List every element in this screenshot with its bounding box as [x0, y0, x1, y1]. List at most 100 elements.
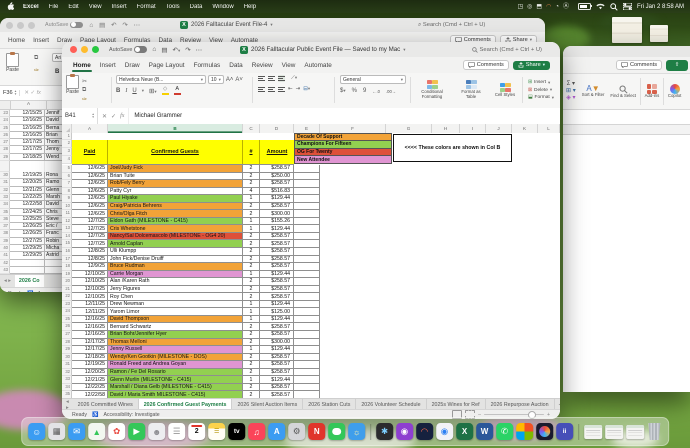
copy-icon[interactable]: ⧉ [82, 87, 87, 94]
guest-name-cell[interactable]: Nancy/Sal Dolcemascolo (MILESTONE - OG4 … [108, 233, 243, 241]
row-header-16[interactable]: 16 [62, 248, 72, 256]
column-header-h[interactable]: H [432, 124, 460, 133]
empty-cell[interactable] [294, 256, 320, 264]
guest-name-cell[interactable]: Chris/Olga Fitch [108, 210, 243, 218]
column-header-f[interactable]: F [320, 124, 386, 133]
amount-cell[interactable]: $258.57 [260, 203, 294, 211]
minimized-window-1-icon[interactable] [584, 425, 602, 439]
chevron-down-icon[interactable]: ▾ [270, 22, 272, 28]
guest-count-cell[interactable]: 2 [243, 293, 260, 301]
guest-count-cell[interactable]: 2 [243, 240, 260, 248]
music-icon[interactable]: ♫ [248, 423, 265, 440]
amount-cell[interactable]: $258.57 [260, 263, 294, 271]
copilot-app-icon[interactable] [536, 423, 553, 440]
format-cells-button[interactable]: ⬓Format▾ [528, 95, 554, 101]
bg-row-header[interactable]: 40 [0, 245, 10, 252]
guest-count-cell[interactable]: 1 [243, 225, 260, 233]
legend-cell-1[interactable]: Decade Of Support [294, 133, 392, 141]
status-icon-2[interactable]: ◎ [527, 4, 532, 10]
mail-icon[interactable]: ✉ [68, 423, 85, 440]
insert-cells-button[interactable]: ⊞Insert▾ [528, 80, 554, 86]
number-format-select[interactable]: General▾ [340, 75, 406, 84]
bg-paid-date-cell[interactable]: 12/24/25 [10, 209, 45, 216]
guest-name-cell[interactable]: Glenn Murlin (MILESTONE - C415) [108, 376, 243, 384]
menu-item-view[interactable]: View [84, 4, 107, 10]
row-header-7[interactable]: 7 [62, 180, 72, 188]
shrink-font-button[interactable]: A˅ [235, 77, 243, 83]
rwin-copilot-button[interactable]: Copilot [665, 76, 684, 107]
bg-row-header[interactable]: 42 [0, 260, 10, 267]
amount-cell[interactable]: $258.57 [260, 286, 294, 294]
empty-cell[interactable] [294, 233, 320, 241]
launchpad-icon[interactable]: ▦ [48, 423, 65, 440]
amount-cell[interactable]: $155.26 [260, 218, 294, 226]
amount-cell[interactable]: $258.57 [260, 384, 294, 392]
bg-paid-date-cell[interactable] [10, 267, 45, 274]
amount-cell[interactable]: $258.57 [260, 240, 294, 248]
guest-count-cell[interactable]: 1 [243, 218, 260, 226]
bg-tab-insert[interactable]: Insert [33, 37, 49, 44]
messages-icon[interactable] [328, 423, 345, 440]
apple-menu-icon[interactable] [0, 1, 18, 12]
bg-row-header[interactable]: 28 [0, 146, 10, 153]
row-header-6[interactable]: 6 [62, 173, 72, 181]
column-header-c[interactable]: C [243, 124, 260, 133]
zoom-button[interactable] [92, 46, 99, 53]
empty-cell[interactable] [294, 248, 320, 256]
guest-name-cell[interactable]: Arnold Caplan [108, 240, 243, 248]
fg-tab-data[interactable]: Data [228, 60, 244, 71]
empty-cell[interactable] [294, 308, 320, 316]
rwin-autosum-group[interactable]: Σ ▾ ⊞ ▾ ◈ ▾ [563, 76, 579, 107]
amount-cell[interactable]: $258.57 [260, 233, 294, 241]
decrease-decimal-button[interactable]: .00→ [386, 89, 396, 94]
fg-tab-view[interactable]: View [281, 60, 297, 71]
bg-format-painter-icon[interactable]: ✑ [34, 67, 39, 74]
redo-icon[interactable]: ↷ [185, 46, 190, 54]
guest-count-cell[interactable]: 2 [243, 286, 260, 294]
guest-count-cell[interactable]: 1 [243, 195, 260, 203]
guest-count-cell[interactable]: 1 [243, 308, 260, 316]
news-icon[interactable]: N [308, 423, 325, 440]
empty-cell[interactable] [294, 173, 320, 181]
align-top-icon[interactable] [258, 75, 265, 82]
empty-cell[interactable] [294, 361, 320, 369]
minimize-button[interactable] [81, 46, 88, 53]
notes-icon[interactable]: ☰ [208, 423, 225, 440]
empty-cell[interactable] [294, 195, 320, 203]
empty-cell[interactable] [294, 384, 320, 392]
guest-count-cell[interactable]: 2 [243, 339, 260, 347]
amount-cell[interactable]: $129.44 [260, 346, 294, 354]
column-header-i[interactable]: I [460, 124, 486, 133]
fg-autosave-toggle[interactable] [134, 46, 147, 53]
column-header-l[interactable]: L [538, 124, 560, 133]
arc-browser-icon[interactable]: ◠ [416, 423, 433, 440]
row-header-20[interactable]: 20 [62, 278, 72, 286]
battery-icon[interactable] [578, 3, 591, 10]
bg-paid-date-cell[interactable]: 12/26/25 [10, 223, 45, 230]
finder-icon[interactable]: ☺ [28, 423, 45, 440]
guest-count-cell[interactable]: 2 [243, 165, 260, 173]
autosave-toggle[interactable] [70, 22, 83, 29]
word-icon[interactable]: W [476, 423, 493, 440]
name-box[interactable]: B41 ▴▾ [62, 108, 98, 124]
chevron-down-icon[interactable]: ▾ [403, 47, 405, 53]
legend-cell-4[interactable]: New Attendee [294, 156, 392, 164]
row-header-5[interactable]: 5 [62, 165, 72, 173]
underline-button[interactable]: U [132, 88, 136, 94]
bg-paid-date-cell[interactable]: 12/21/25 [10, 187, 45, 194]
decrease-indent-icon[interactable]: ⇤ [288, 86, 293, 92]
bg-paid-date-cell[interactable]: 12/29/25 [10, 252, 45, 259]
empty-cell[interactable] [294, 346, 320, 354]
amount-cell[interactable]: $516.83 [260, 188, 294, 196]
search-icon[interactable] [610, 3, 618, 11]
column-header-d[interactable]: D [260, 124, 294, 133]
row-header-3[interactable]: 3 [62, 148, 72, 156]
paid-date-cell[interactable]: 12/6/25 [72, 180, 108, 188]
column-header-e[interactable]: E [294, 124, 320, 133]
row-header-29[interactable]: 29 [62, 346, 72, 354]
app-store-icon[interactable]: A [268, 423, 285, 440]
zoom-button-inactive[interactable] [28, 22, 35, 29]
amount-cell[interactable]: $129.44 [260, 376, 294, 384]
bg-paid-date-cell[interactable]: 12/18/25 [10, 154, 45, 161]
row-header-26[interactable]: 26 [62, 323, 72, 331]
